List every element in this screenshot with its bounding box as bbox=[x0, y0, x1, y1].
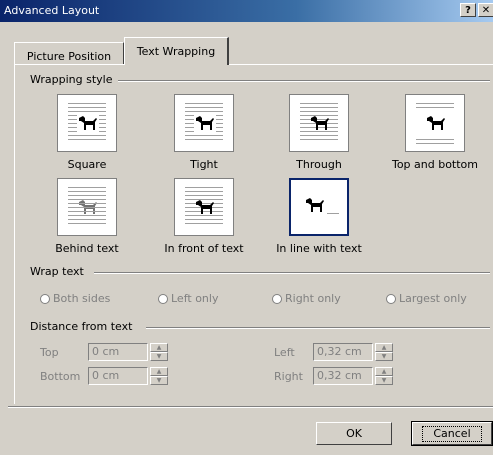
style-caption: Behind text bbox=[55, 242, 119, 255]
wrap-through-icon bbox=[289, 94, 349, 152]
bottom-spinner[interactable]: 0 cm ▲ ▼ bbox=[88, 367, 178, 385]
spin-up-icon[interactable]: ▲ bbox=[150, 343, 168, 352]
style-caption: In line with text bbox=[276, 242, 362, 255]
radio-label: Largest only bbox=[399, 292, 467, 305]
tab-text-wrapping[interactable]: Text Wrapping bbox=[124, 37, 229, 65]
wrap-behind-text-icon bbox=[57, 178, 117, 236]
style-option-tight[interactable]: Tight bbox=[149, 94, 259, 171]
style-caption: Square bbox=[67, 158, 107, 171]
style-option-in-front-of-text[interactable]: In front of text bbox=[149, 178, 259, 255]
radio-label: Left only bbox=[171, 292, 219, 305]
right-spinner[interactable]: 0,32 cm ▲ ▼ bbox=[313, 367, 403, 385]
group-divider bbox=[94, 272, 490, 274]
wrap-inline-icon bbox=[289, 178, 349, 236]
style-option-square[interactable]: Square bbox=[32, 94, 142, 171]
radio-label: Right only bbox=[285, 292, 341, 305]
top-spinner[interactable]: 0 cm ▲ ▼ bbox=[88, 343, 178, 361]
group-divider bbox=[146, 327, 490, 329]
radio-left-only[interactable]: Left only bbox=[158, 292, 218, 305]
radio-both-sides[interactable]: Both sides bbox=[40, 292, 110, 305]
dog-icon bbox=[311, 116, 329, 130]
style-caption: Tight bbox=[190, 158, 218, 171]
title-bar: Advanced Layout ? ✕ bbox=[0, 0, 493, 22]
left-input[interactable]: 0,32 cm bbox=[313, 343, 373, 361]
ok-button-label: OK bbox=[346, 427, 362, 440]
wrap-tight-icon bbox=[174, 94, 234, 152]
cancel-button-label: Cancel bbox=[422, 426, 482, 442]
dog-icon bbox=[194, 112, 216, 134]
spin-up-icon[interactable]: ▲ bbox=[375, 367, 393, 376]
wrap-text-heading: Wrap text bbox=[30, 265, 88, 278]
cancel-button[interactable]: Cancel bbox=[411, 421, 493, 446]
dog-icon bbox=[427, 116, 445, 130]
radio-circle bbox=[386, 293, 396, 304]
style-option-in-line-with-text[interactable]: In line with text bbox=[264, 178, 374, 255]
top-label: Top bbox=[40, 346, 59, 359]
close-button[interactable]: ✕ bbox=[478, 3, 493, 17]
ok-button[interactable]: OK bbox=[316, 422, 392, 445]
tab-label: Text Wrapping bbox=[136, 45, 216, 58]
style-option-behind-text[interactable]: Behind text bbox=[32, 178, 142, 255]
radio-label: Both sides bbox=[53, 292, 111, 305]
wrap-top-bottom-icon bbox=[405, 94, 465, 152]
distance-heading: Distance from text bbox=[30, 320, 137, 333]
bottom-divider bbox=[8, 406, 493, 408]
help-button[interactable]: ? bbox=[460, 3, 476, 17]
tab-label: Picture Position bbox=[26, 50, 112, 63]
spin-up-icon[interactable]: ▲ bbox=[150, 367, 168, 376]
top-input[interactable]: 0 cm bbox=[88, 343, 148, 361]
bottom-input[interactable]: 0 cm bbox=[88, 367, 148, 385]
left-label: Left bbox=[274, 346, 295, 359]
style-caption: In front of text bbox=[164, 242, 244, 255]
window-title: Advanced Layout bbox=[4, 4, 100, 17]
group-divider bbox=[118, 80, 490, 82]
radio-circle bbox=[40, 293, 50, 304]
radio-circle bbox=[272, 293, 282, 304]
spin-down-icon[interactable]: ▼ bbox=[375, 352, 393, 361]
spin-down-icon[interactable]: ▼ bbox=[375, 376, 393, 385]
radio-right-only[interactable]: Right only bbox=[272, 292, 341, 305]
dog-icon bbox=[77, 112, 99, 134]
tab-picture-position[interactable]: Picture Position bbox=[14, 42, 124, 64]
style-caption: Top and bottom bbox=[391, 158, 479, 171]
dog-icon bbox=[306, 198, 324, 212]
radio-circle bbox=[158, 293, 168, 304]
wrap-in-front-icon bbox=[174, 178, 234, 236]
style-caption: Through bbox=[296, 158, 342, 171]
left-spinner[interactable]: 0,32 cm ▲ ▼ bbox=[313, 343, 403, 361]
right-label: Right bbox=[274, 370, 303, 383]
style-option-through[interactable]: Through bbox=[264, 94, 374, 171]
wrapping-style-heading: Wrapping style bbox=[30, 73, 117, 86]
right-input[interactable]: 0,32 cm bbox=[313, 367, 373, 385]
wrap-square-icon bbox=[57, 94, 117, 152]
radio-largest-only[interactable]: Largest only bbox=[386, 292, 467, 305]
bottom-label: Bottom bbox=[40, 370, 81, 383]
spin-down-icon[interactable]: ▼ bbox=[150, 376, 168, 385]
style-option-top-and-bottom[interactable]: Top and bottom bbox=[380, 94, 490, 171]
dog-icon bbox=[196, 200, 214, 214]
spin-down-icon[interactable]: ▼ bbox=[150, 352, 168, 361]
spin-up-icon[interactable]: ▲ bbox=[375, 343, 393, 352]
